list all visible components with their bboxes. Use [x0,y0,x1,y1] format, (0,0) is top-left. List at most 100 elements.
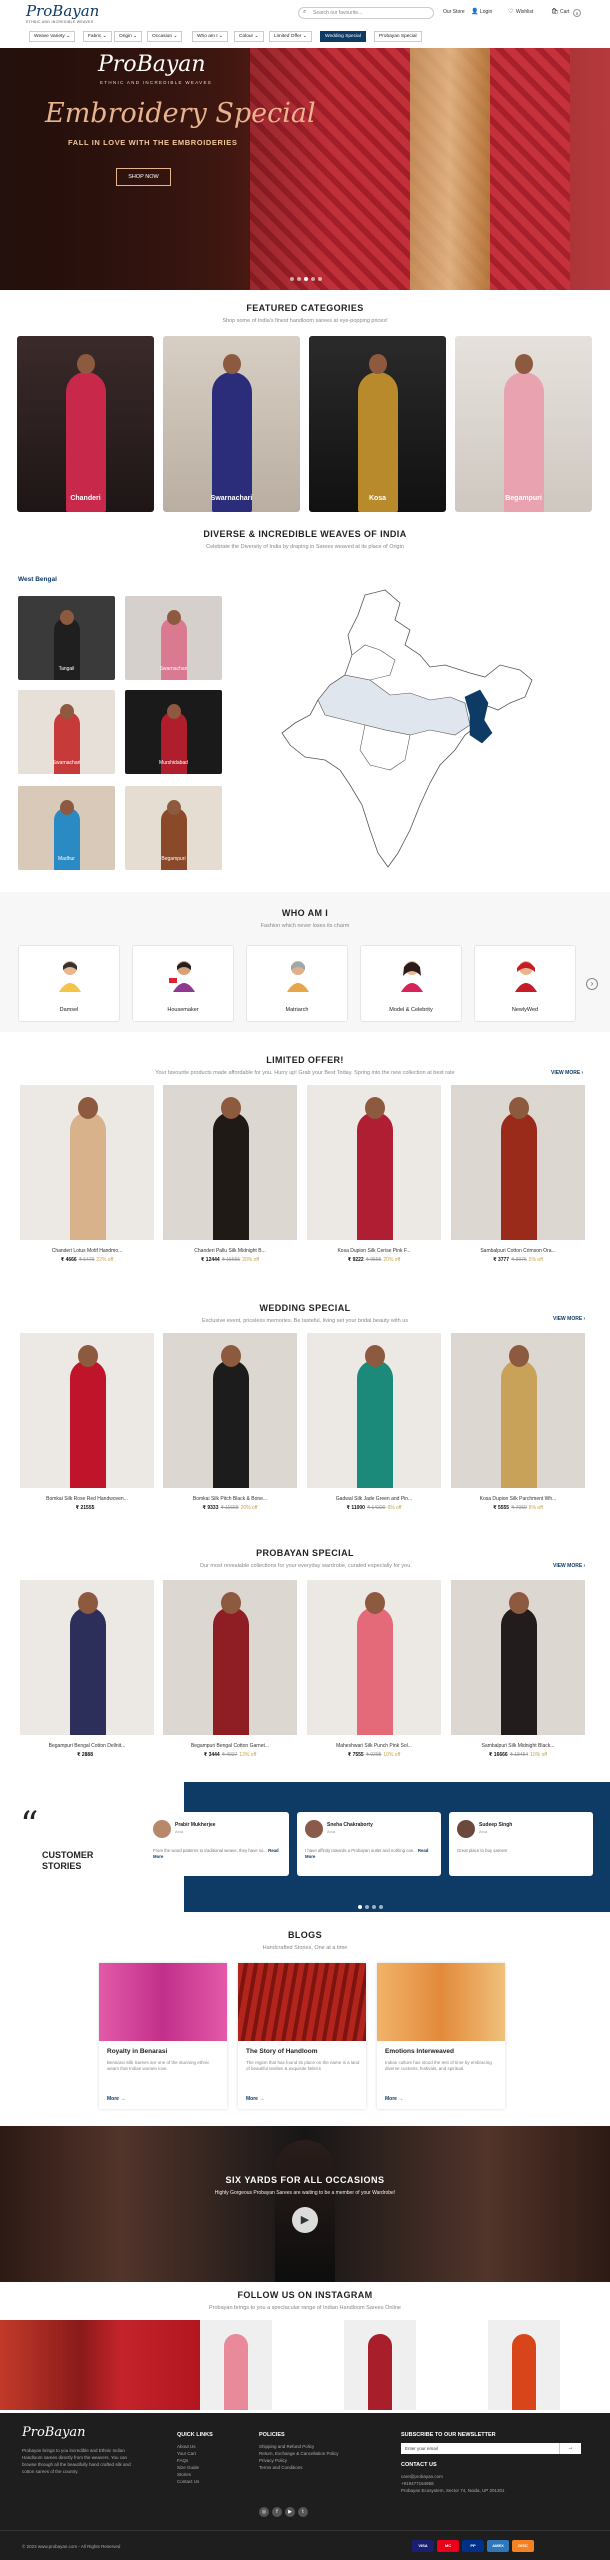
product-image[interactable] [307,1085,441,1240]
blog-card[interactable]: The Story of Handloom The region that ha… [238,1963,366,2109]
carousel-dot[interactable] [372,1905,376,1909]
category-card-begampuri[interactable]: Begampuri [455,336,592,512]
instagram-post[interactable] [0,2320,200,2410]
blog-more-link[interactable]: More → [246,2096,264,2102]
login-link[interactable]: Login [480,9,492,15]
youtube-icon[interactable]: ▶ [285,2507,295,2517]
blog-card[interactable]: Royalty in Benarasi Benarasi Silk Sarees… [99,1963,227,2109]
product-name[interactable]: Gadwal Silk Jade Green and Pin... [307,1496,441,1502]
logo[interactable]: ProBayan [26,2,99,20]
carousel-dot[interactable] [304,277,308,281]
whoami-card-newlywed[interactable]: NewlyWed [474,945,576,1022]
whoami-card-damsel[interactable]: Damsel [18,945,120,1022]
product-card[interactable]: Bomkai Silk Pitch Black & Bone... ₹ 9333 ₹… [163,1333,297,1511]
weave-card-swarnachari-2[interactable]: Swarnachari [18,690,115,774]
product-image[interactable] [163,1580,297,1735]
wedding-view-more-link[interactable]: VIEW MORE › [553,1316,585,1322]
instagram-post[interactable] [488,2320,560,2410]
product-card[interactable]: Sambalpuri Cotton Crimson Ora... ₹ 3777 ₹ … [451,1085,585,1263]
nav-probayan-special[interactable]: Probayan Special [374,31,422,42]
blog-more-link[interactable]: More → [385,2096,403,2102]
facebook-icon[interactable]: f [272,2507,282,2517]
nav-fabric[interactable]: Fabric ⌄ [83,31,112,42]
weave-card-madhur[interactable]: Madhur [18,786,115,870]
footer-logo[interactable]: ProBayan [22,2425,86,2440]
review-card[interactable]: Sneha Chakraborty Arca I have affinity t… [297,1812,441,1876]
product-name[interactable]: Kosa Dupion Silk Parchment Wh... [451,1496,585,1502]
instagram-post[interactable] [200,2320,272,2410]
whoami-card-housemaker[interactable]: Housemaker [132,945,234,1022]
product-name[interactable]: Kosa Dupion Silk Cerise Pink F... [307,1248,441,1254]
footer-link[interactable]: Return, Exchange & Cancellation Policy [259,2450,339,2457]
contact-email[interactable]: care@probayan.com [401,2473,504,2480]
product-card[interactable]: Sambalpuri Silk Midnight Black... ₹ 16666… [451,1580,585,1758]
play-icon[interactable]: ▶ [292,2207,318,2233]
carousel-dot[interactable] [358,1905,362,1909]
weave-card-swarnachari[interactable]: Swarnachari [125,596,222,680]
product-name[interactable]: Chanderi Lotus Motif Handmo... [20,1248,154,1254]
instagram-post[interactable] [272,2320,344,2410]
footer-link[interactable]: Your Cart [177,2450,199,2457]
newsletter-email-input[interactable]: Enter your email [401,2443,559,2454]
weave-card-begampuri[interactable]: Begampuri [125,786,222,870]
carousel-dot[interactable] [297,277,301,281]
instagram-post[interactable] [344,2320,416,2410]
product-name[interactable]: Bomkai Silk Pitch Black & Bone... [163,1496,297,1502]
product-image[interactable] [307,1333,441,1488]
search-icon[interactable]: ⌕ [303,9,306,16]
footer-link[interactable]: Contact Us [177,2478,199,2485]
nav-colour[interactable]: Colour ⌄ [234,31,264,42]
product-card[interactable]: Begampuri Bengal Cotton Garnet... ₹ 3444 ₹… [163,1580,297,1758]
blog-card[interactable]: Emotions Interweaved Indian culture has … [377,1963,505,2109]
category-card-chanderi[interactable]: Chanderi [17,336,154,512]
weave-card-tangail[interactable]: Tangail [18,596,115,680]
product-image[interactable] [20,1580,154,1735]
weave-card-murshidabad[interactable]: Murshidabad [125,690,222,774]
product-card[interactable]: Kosa Dupion Silk Cerise Pink F... ₹ 9222 ₹… [307,1085,441,1263]
carousel-dot[interactable] [379,1905,383,1909]
product-card[interactable]: Chanderi Pallu Silk Midnight B... ₹ 12444… [163,1085,297,1263]
product-card[interactable]: Bomkai Silk Rose Red Handwoven... ₹ 21555 [20,1333,154,1511]
product-card[interactable]: Gadwal Silk Jade Green and Pin... ₹ 11000… [307,1333,441,1511]
product-image[interactable] [451,1580,585,1735]
nav-limited-offer[interactable]: Limited Offer ⌄ [269,31,312,42]
cart-link[interactable]: Cart [560,9,569,15]
nav-occasion[interactable]: Occasion ⌄ [147,31,183,42]
product-card[interactable]: Kosa Dupion Silk Parchment Wh... ₹ 5555 ₹ … [451,1333,585,1511]
limited-view-more-link[interactable]: VIEW MORE › [551,1070,583,1076]
hero-banner[interactable] [0,48,610,290]
nav-weave-variety[interactable]: Weave Variety ⌄ [29,31,76,42]
blog-more-link[interactable]: More → [107,2096,125,2102]
product-image[interactable] [20,1085,154,1240]
newsletter-submit-arrow-icon[interactable]: → [559,2443,581,2454]
product-name[interactable]: Sambalpuri Silk Midnight Black... [451,1743,585,1749]
instagram-icon[interactable]: ◎ [259,2507,269,2517]
carousel-dot[interactable] [290,277,294,281]
category-card-swarnachari[interactable]: Swarnachari [163,336,300,512]
twitter-icon[interactable]: t [298,2507,308,2517]
probayan-view-more-link[interactable]: VIEW MORE › [553,1563,585,1569]
product-image[interactable] [451,1333,585,1488]
product-image[interactable] [451,1085,585,1240]
footer-link[interactable]: About Us [177,2443,199,2450]
product-name[interactable]: Bomkai Silk Rose Red Handwoven... [20,1496,154,1502]
product-image[interactable] [20,1333,154,1488]
whoami-next-arrow-icon[interactable]: › [586,978,598,990]
nav-who-am-i[interactable]: Who am I ⌄ [192,31,228,42]
our-store-link[interactable]: Our Store [443,9,465,15]
carousel-dot[interactable] [311,277,315,281]
instagram-post[interactable] [416,2320,488,2410]
product-image[interactable] [163,1085,297,1240]
carousel-dot[interactable] [318,277,322,281]
product-name[interactable]: Begampuri Bengal Cotton Dellnit... [20,1743,154,1749]
footer-link[interactable]: Privacy Policy [259,2457,339,2464]
wishlist-link[interactable]: Wishlist [516,9,533,15]
product-card[interactable]: Maheshwari Silk Punch Pink Sol... ₹ 7555 ₹… [307,1580,441,1758]
product-name[interactable]: Sambalpuri Cotton Crimson Ora... [451,1248,585,1254]
footer-link[interactable]: Size Guide [177,2464,199,2471]
review-card[interactable]: Sudeep Singh Arca Great place to buy sar… [449,1812,593,1876]
footer-link[interactable]: Stories [177,2471,199,2478]
nav-wedding-special[interactable]: Wedding Special [320,31,366,42]
product-image[interactable] [307,1580,441,1735]
search-input[interactable]: Search our favourite... [298,7,434,19]
